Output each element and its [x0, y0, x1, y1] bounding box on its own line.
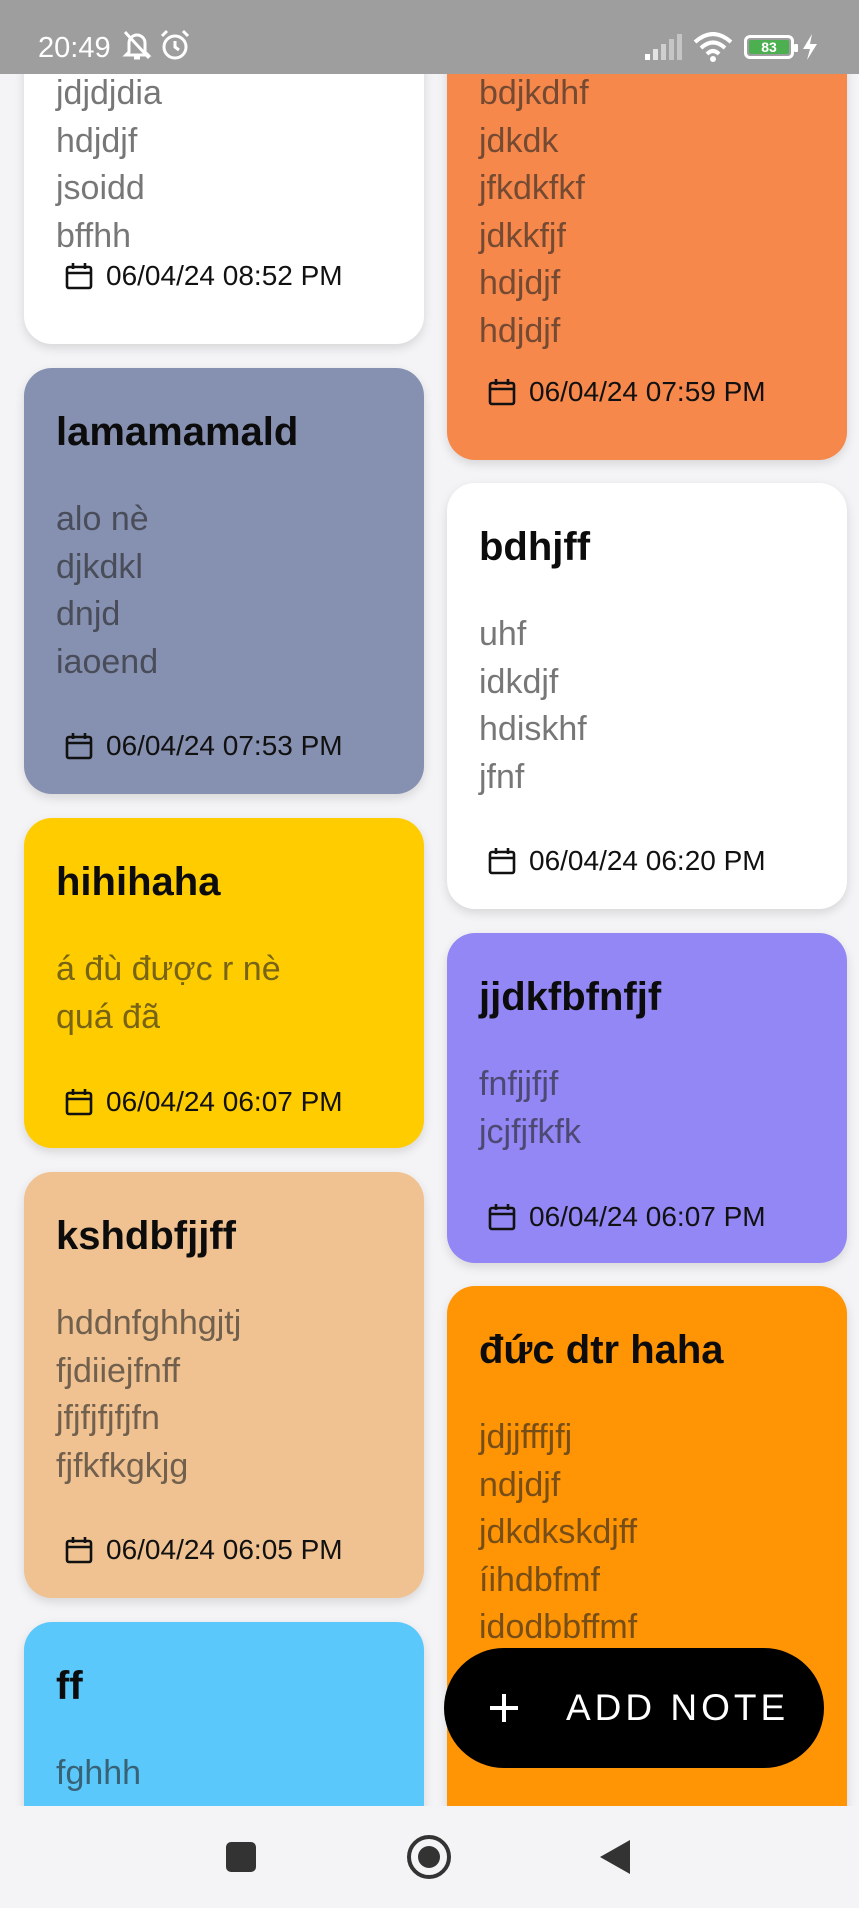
- note-title: ff: [56, 1664, 83, 1708]
- note-body: fghhh: [56, 1750, 141, 1798]
- note-line: jdjdjdia: [56, 74, 162, 112]
- note-line: jdjjfffjfj: [479, 1418, 573, 1456]
- plus-icon: [490, 1694, 518, 1722]
- note-title: hihihaha: [56, 860, 221, 904]
- note-line: bffhh: [56, 216, 132, 255]
- note-line: djkdkl: [56, 547, 143, 586]
- calendar-icon: [65, 733, 93, 760]
- note-date: 06/04/24 06:07 PM: [529, 1201, 766, 1232]
- note-date: 06/04/24 07:59 PM: [529, 376, 766, 407]
- status-time: 20:49: [38, 32, 111, 64]
- status-bar: 20:49 83: [0, 0, 859, 74]
- note-title: đức dtr haha: [479, 1328, 724, 1372]
- note-body: uhf idkdjf hdiskhf jfnf: [479, 611, 587, 801]
- note-card[interactable]: jjdkfbfnfjf fnfjjfjf jcjfjfkfk 06/04/24 …: [447, 933, 847, 1263]
- note-line: jdkkfjf: [479, 216, 566, 255]
- note-date: 06/04/24 06:20 PM: [529, 845, 766, 876]
- note-body: á đù được r nè quá đã: [56, 946, 281, 1041]
- alarm-icon: [160, 29, 190, 60]
- note-line: bdjkdhf: [479, 74, 589, 112]
- battery-level: 83: [749, 40, 789, 54]
- note-line: hddnfghhgjtj: [56, 1304, 242, 1342]
- note-line: idodbbffmf: [479, 1608, 638, 1646]
- calendar-icon: [488, 379, 516, 406]
- note-line: hdjdjf: [479, 311, 561, 350]
- note-line: alo nè: [56, 500, 149, 538]
- note-date-row: 06/04/24 08:52 PM: [64, 260, 343, 292]
- note-line: quá đã: [56, 997, 160, 1036]
- note-card[interactable]: jdjdjdia hdjdjf jsoidd bffhh 06/04/24 08…: [24, 74, 424, 344]
- note-title: kshdbfjjff: [56, 1214, 236, 1258]
- note-line: jsoidd: [56, 169, 145, 207]
- note-line: hdjdjf: [56, 121, 138, 160]
- note-card[interactable]: bdjkdhf jdkdk jfkdkfkf jdkkfjf hdjdjf hd…: [447, 74, 847, 460]
- home-circle-icon[interactable]: [406, 1834, 452, 1880]
- note-card[interactable]: bdhjff uhf idkdjf hdiskhf jfnf 06/04/24 …: [447, 483, 847, 909]
- wifi-icon: [693, 32, 733, 62]
- add-note-button[interactable]: ADD NOTE: [444, 1648, 824, 1768]
- note-line: fjdiiejfnff: [56, 1351, 181, 1390]
- note-title: jjdkfbfnfjf: [479, 975, 662, 1019]
- charging-icon: [803, 34, 817, 60]
- calendar-icon: [65, 1537, 93, 1564]
- back-triangle-icon[interactable]: [598, 1838, 632, 1876]
- note-card[interactable]: hihihaha á đù được r nè quá đã 06/04/24 …: [24, 818, 424, 1148]
- note-title: bdhjff: [479, 525, 591, 569]
- navigation-bar: [0, 1806, 859, 1908]
- calendar-icon: [65, 1089, 93, 1116]
- calendar-icon: [488, 848, 516, 875]
- note-date-row: 06/04/24 07:59 PM: [487, 376, 766, 408]
- calendar-icon: [65, 263, 93, 290]
- note-title: lamamamald: [56, 410, 299, 454]
- note-line: fjfkfkgkjg: [56, 1446, 189, 1485]
- note-line: jfnf: [479, 757, 525, 796]
- note-date: 06/04/24 06:07 PM: [106, 1086, 343, 1117]
- note-line: fnfjjfjf: [479, 1065, 559, 1103]
- note-line: jfkdkfkf: [479, 169, 585, 207]
- note-line: idkdjf: [479, 662, 559, 701]
- note-line: iaoend: [56, 642, 159, 681]
- note-body: alo nè djkdkl dnjd iaoend: [56, 496, 158, 686]
- note-line: ndjdjf: [479, 1465, 561, 1504]
- note-card[interactable]: lamamamald alo nè djkdkl dnjd iaoend 06/…: [24, 368, 424, 794]
- note-date-row: 06/04/24 07:53 PM: [64, 730, 343, 762]
- note-line: jfjfjfjfjfn: [56, 1399, 160, 1437]
- note-body: fnfjjfjf jcjfjfkfk: [479, 1061, 581, 1156]
- note-card[interactable]: kshdbfjjff hddnfghhgjtj fjdiiejfnff jfjf…: [24, 1172, 424, 1598]
- note-line: jdkdk: [479, 121, 559, 160]
- calendar-icon: [488, 1204, 516, 1231]
- note-line: hdjdjf: [479, 264, 561, 302]
- add-note-label: ADD NOTE: [566, 1687, 790, 1728]
- note-line: jdkdkskdjff: [479, 1513, 638, 1551]
- note-body: hddnfghhgjtj fjdiiejfnff jfjfjfjfjfn fjf…: [56, 1300, 241, 1490]
- battery-icon: 83: [744, 35, 798, 59]
- note-body: jdjdjdia hdjdjf jsoidd bffhh: [56, 74, 162, 260]
- note-line: dnjd: [56, 595, 121, 633]
- note-line: íihdbfmf: [479, 1560, 600, 1599]
- note-date-row: 06/04/24 06:20 PM: [487, 845, 766, 877]
- note-date-row: 06/04/24 06:07 PM: [64, 1086, 343, 1118]
- signal-icon: [645, 34, 682, 60]
- note-line: jcjfjfkfk: [479, 1112, 581, 1151]
- notes-grid[interactable]: jdjdjdia hdjdjf jsoidd bffhh 06/04/24 08…: [0, 74, 859, 1806]
- note-line: uhf: [479, 615, 527, 653]
- bell-off-icon: [122, 30, 152, 60]
- note-date: 06/04/24 07:53 PM: [106, 730, 343, 761]
- note-body: bdjkdhf jdkdk jfkdkfkf jdkkfjf hdjdjf hd…: [479, 74, 589, 355]
- note-line: á đù được r nè: [56, 950, 281, 988]
- note-line: hdiskhf: [479, 710, 587, 748]
- note-date: 06/04/24 06:05 PM: [106, 1534, 343, 1565]
- note-date: 06/04/24 08:52 PM: [106, 260, 343, 291]
- note-card[interactable]: ff fghhh: [24, 1622, 424, 1806]
- note-date-row: 06/04/24 06:07 PM: [487, 1201, 766, 1233]
- recents-square-icon[interactable]: [224, 1840, 258, 1874]
- note-date-row: 06/04/24 06:05 PM: [64, 1534, 343, 1566]
- note-line: fghhh: [56, 1754, 142, 1792]
